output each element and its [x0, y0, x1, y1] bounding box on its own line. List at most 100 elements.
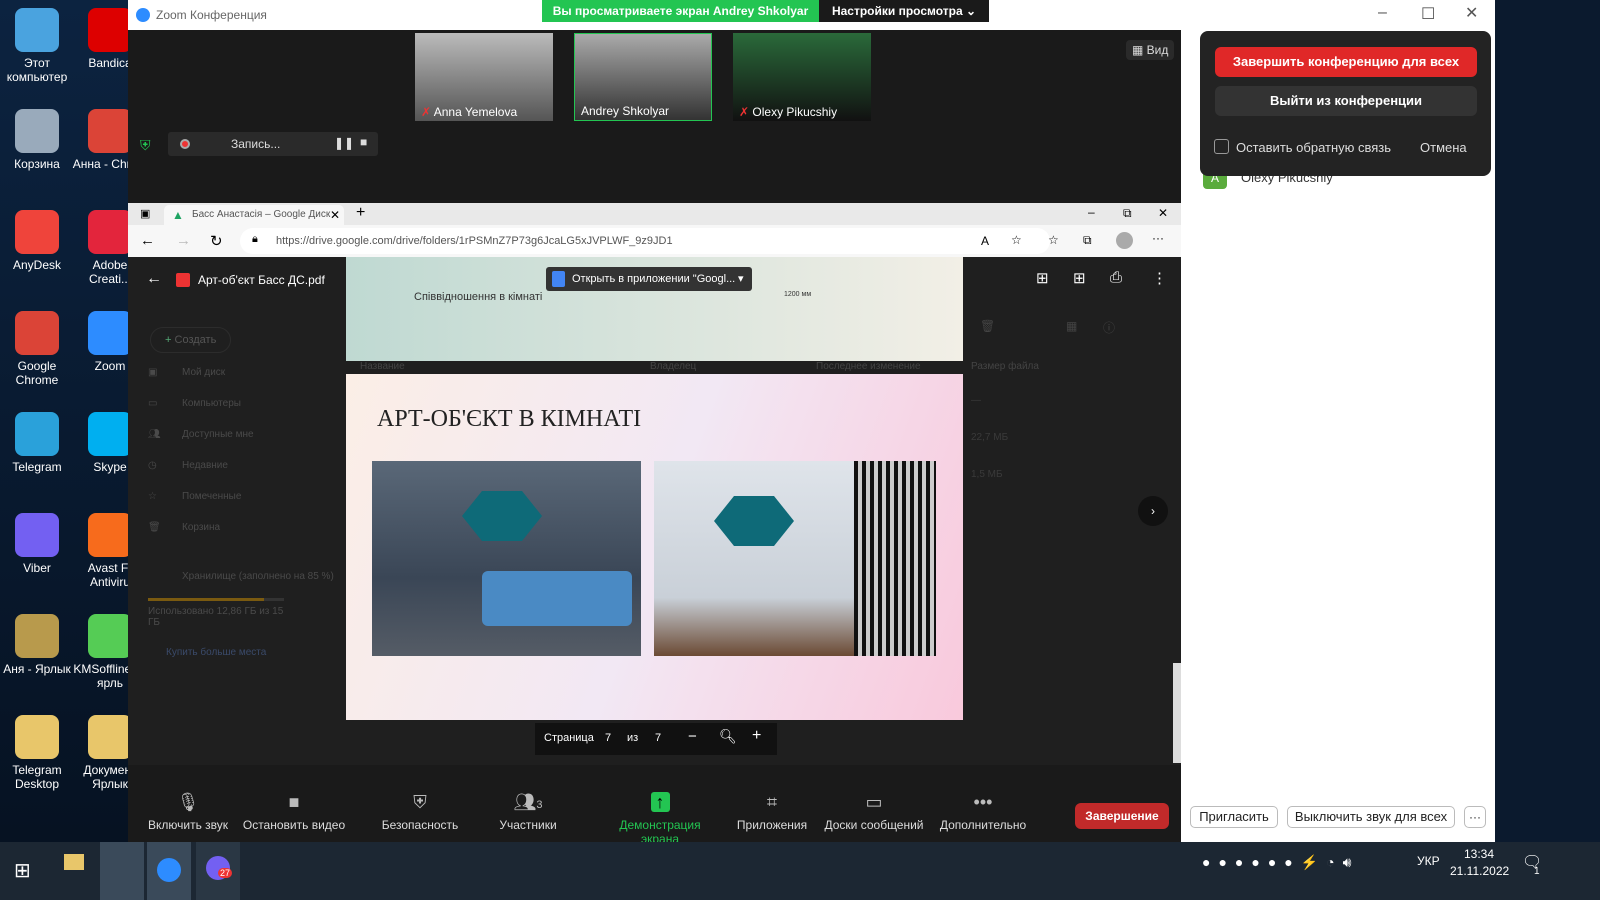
column-size[interactable]: Размер файла [971, 361, 1039, 372]
pause-recording-button[interactable]: ❚❚ [334, 136, 354, 150]
taskbar-viber[interactable]: 27 [196, 842, 240, 900]
zoom-out-button[interactable]: − [688, 728, 697, 745]
close-button[interactable]: ✕ [1465, 3, 1478, 23]
tray-icons[interactable]: ●●●●●●⚡◔🔊︎ [1202, 854, 1359, 871]
drive-nav-item[interactable]: 🗑︎ Корзина [148, 522, 254, 553]
reload-button[interactable]: ↻ [210, 232, 223, 250]
page-current-input[interactable]: 7 [605, 732, 611, 744]
url-input[interactable]: 🔒︎ https://drive.google.com/drive/folder… [240, 228, 1050, 254]
toolbar-mic-muted-button[interactable]: 🎙︎ Включить звук [133, 792, 243, 832]
feedback-checkbox[interactable] [1214, 139, 1229, 154]
nav-label: Компьютеры [182, 398, 241, 409]
minimize-button[interactable]: – [1378, 4, 1387, 22]
grid-view-icon[interactable]: ▦ [1066, 319, 1077, 333]
forward-button[interactable]: → [176, 232, 191, 249]
toolbar-whiteboard-button[interactable]: ▭ Доски сообщений [819, 792, 929, 832]
column-owner[interactable]: Владелец [650, 361, 696, 372]
browser-restore[interactable]: ⧉ [1123, 206, 1132, 221]
browser-close[interactable]: ✕ [1158, 206, 1168, 220]
desktop-icon-label: Корзина [14, 157, 60, 171]
nav-label: Мой диск [182, 367, 226, 378]
video-tile[interactable]: ✗ Anna Yemelova [415, 33, 553, 121]
favorites-bar-icon[interactable]: ☆ [1048, 233, 1059, 247]
desktop-icon[interactable]: Этот компьютер [0, 8, 75, 84]
new-tab-button[interactable]: + [356, 204, 365, 222]
print-icon[interactable]: ⎙ [1110, 269, 1122, 286]
collections-icon[interactable]: ⧉ [1083, 233, 1092, 248]
toolbar-video-button[interactable]: ■ Остановить видео [239, 792, 349, 832]
panel-more-button[interactable]: ··· [1464, 806, 1486, 828]
trash-icon[interactable]: 🗑︎ [980, 319, 995, 333]
add-to-drive-icon[interactable]: ⊞ [1036, 269, 1049, 287]
drive-nav-item[interactable]: ▣ Мой диск [148, 367, 254, 398]
browser-tab-strip: ▣ ▲ Басс Анастасія – Google Диск ✕ + – ⧉… [128, 203, 1181, 225]
more-icon: ••• [973, 792, 993, 812]
browser-minimize[interactable]: – [1088, 205, 1095, 219]
add-comment-icon[interactable]: ⊞ [1073, 269, 1086, 287]
open-with-dropdown[interactable]: ▾ [738, 272, 744, 285]
clock-date[interactable]: 21.11.2022 [1450, 864, 1509, 878]
zoom-in-button[interactable]: + [752, 727, 761, 745]
toolbar-participants-button[interactable]: 👥︎3 Участники [473, 792, 583, 832]
column-name[interactable]: Название [360, 361, 405, 372]
stop-recording-button[interactable]: ■ [360, 135, 367, 149]
taskbar-chrome[interactable] [100, 842, 144, 900]
browser-menu-icon[interactable]: ··· [1152, 231, 1164, 245]
browser-tab[interactable]: ▲ Басс Анастасія – Google Диск ✕ [164, 205, 344, 225]
desktop-icon[interactable]: Telegram Desktop [0, 715, 75, 791]
cancel-button[interactable]: Отмена [1420, 140, 1467, 155]
invite-button[interactable]: Пригласить [1190, 806, 1278, 828]
toolbar-apps-button[interactable]: ⌗ Приложения [717, 792, 827, 832]
toolbar-share-screen-button[interactable]: ↑ Демонстрация экрана [605, 792, 715, 846]
shield-icon: ⛨ [413, 792, 427, 812]
scrollbar[interactable] [1173, 663, 1181, 763]
pdf-page-controls: Страница 7 из 7 − 🔍︎ + [535, 723, 777, 755]
next-file-button[interactable]: › [1138, 496, 1168, 526]
end-for-all-button[interactable]: Завершить конференцию для всех [1215, 47, 1477, 77]
maximize-button[interactable]: ☐ [1421, 4, 1435, 24]
toolbar-label: Включить звук [147, 818, 229, 832]
toolbar-shield-button[interactable]: ⛨ Безопасность [365, 792, 475, 832]
leave-meeting-button[interactable]: Выйти из конференции [1215, 86, 1477, 116]
drive-nav-item[interactable]: ☆ Помеченные [148, 491, 254, 522]
taskbar-explorer[interactable] [64, 854, 84, 870]
nav-label: Помеченные [182, 491, 242, 502]
app-icon [15, 109, 59, 153]
viewing-banner: Вы просматриваете экран Andrey Shkolyar [542, 0, 819, 22]
view-button[interactable]: ▦ Вид [1126, 40, 1175, 60]
info-icon[interactable]: ⓘ [1103, 319, 1115, 336]
create-button[interactable]: + Создать [150, 327, 232, 353]
taskbar-zoom[interactable] [147, 842, 191, 900]
end-meeting-button[interactable]: Завершение [1075, 803, 1169, 829]
tab-actions-icon[interactable]: ▣ [140, 207, 150, 220]
desktop-icon[interactable]: Google Chrome [0, 311, 75, 387]
drive-nav-item[interactable]: ◷ Недавние [148, 460, 254, 491]
close-tab-icon[interactable]: ✕ [330, 208, 340, 222]
pdf-back-button[interactable]: ← [146, 270, 162, 288]
column-modified[interactable]: Последнее изменение [816, 361, 921, 372]
view-settings-dropdown[interactable]: Настройки просмотра ⌄ [819, 0, 989, 22]
video-tile-active[interactable]: Andrey Shkolyar [574, 33, 712, 121]
desktop-icon[interactable]: Корзина [0, 109, 75, 171]
start-button[interactable]: ⊞ [14, 858, 31, 883]
desktop-icon[interactable]: Аня - Ярлык [0, 614, 75, 676]
buy-storage-button[interactable]: Купить больше места [166, 647, 266, 658]
favorite-icon[interactable]: ☆ [1011, 233, 1022, 247]
desktop-icon[interactable]: Viber [0, 513, 75, 575]
drive-nav-item[interactable]: ▭ Компьютеры [148, 398, 254, 429]
drive-nav-item[interactable]: 👥︎ Доступные мне [148, 429, 254, 460]
desktop-icon[interactable]: Telegram [0, 412, 75, 474]
language-indicator[interactable]: УКР [1417, 854, 1440, 868]
profile-avatar[interactable] [1116, 232, 1133, 249]
zoom-search-icon[interactable]: 🔍︎ [719, 728, 737, 745]
back-button[interactable]: ← [140, 232, 155, 249]
clock-time[interactable]: 13:34 [1464, 847, 1494, 861]
open-with-button[interactable]: Открыть в приложении "Googl... ▾ [546, 267, 752, 291]
desktop-icon[interactable]: AnyDesk [0, 210, 75, 272]
video-tile[interactable]: ✗ Olexy Pikucshiy [733, 33, 871, 121]
more-options-icon[interactable]: ⋮ [1152, 269, 1167, 287]
nav-icon: 👥︎ [148, 429, 161, 440]
toolbar-more-button[interactable]: ••• Дополнительно [928, 792, 1038, 832]
mute-all-button[interactable]: Выключить звук для всех [1287, 806, 1455, 828]
read-aloud-icon[interactable]: A [981, 234, 989, 248]
